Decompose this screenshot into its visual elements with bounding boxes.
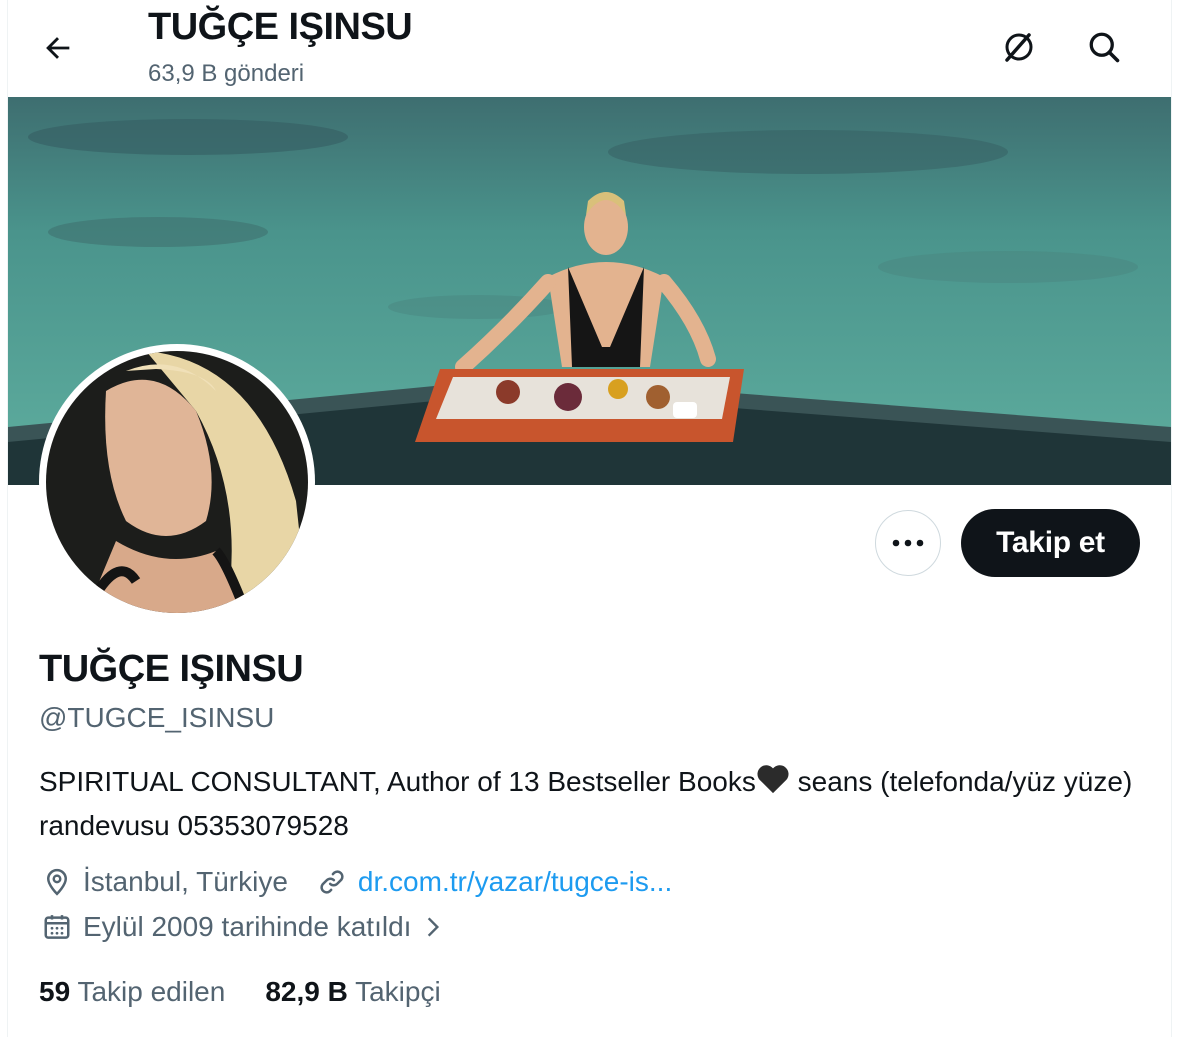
header-title: TUĞÇE IŞINSU	[148, 6, 413, 48]
location-pin-icon	[39, 864, 75, 900]
more-options-button[interactable]	[875, 510, 941, 576]
follow-button[interactable]: Takip et	[961, 509, 1140, 577]
back-arrow-icon	[46, 37, 70, 59]
more-dots-icon	[892, 539, 924, 547]
location-text: İstanbul, Türkiye	[83, 866, 288, 897]
followers-stat[interactable]: 82,9 B Takipçi	[265, 976, 440, 1008]
chevron-right-icon	[415, 909, 451, 945]
user-handle: @TUGCE_ISINSU	[39, 702, 275, 733]
grok-button[interactable]	[996, 24, 1042, 70]
followers-label: Takipçi	[355, 976, 441, 1007]
post-count: 63,9 B gönderi	[148, 60, 305, 87]
search-icon	[1089, 32, 1120, 63]
joined-row[interactable]: Eylül 2009 tarihinde katıldı	[39, 909, 451, 945]
back-button[interactable]	[36, 26, 80, 70]
link-icon	[314, 864, 350, 900]
website-link[interactable]: dr.com.tr/yazar/tugce-is...	[358, 866, 672, 898]
bio-text: SPIRITUAL CONSULTANT, Author of 13 Bests…	[39, 762, 1139, 846]
grok-icon	[1005, 33, 1033, 62]
joined-text: Eylül 2009 tarihinde katıldı	[83, 911, 412, 942]
search-button[interactable]	[1081, 24, 1127, 70]
bio-part-1: SPIRITUAL CONSULTANT, Author of 13 Bests…	[39, 766, 756, 797]
avatar-image	[46, 351, 308, 613]
profile-avatar[interactable]	[39, 344, 315, 620]
calendar-icon	[39, 909, 75, 945]
display-name: TUĞÇE IŞINSU	[39, 648, 304, 690]
follow-stats: 59 Takip edilen 82,9 B Takipçi	[39, 976, 441, 1008]
following-stat[interactable]: 59 Takip edilen	[39, 976, 225, 1008]
page-border-right	[1171, 0, 1172, 1037]
following-label: Takip edilen	[77, 976, 226, 1007]
following-count: 59	[39, 976, 71, 1007]
profile-meta-row: İstanbul, Türkiye dr.com.tr/yazar/tugce-…	[39, 864, 672, 900]
black-heart-icon	[756, 763, 790, 806]
followers-count: 82,9 B	[265, 976, 348, 1007]
